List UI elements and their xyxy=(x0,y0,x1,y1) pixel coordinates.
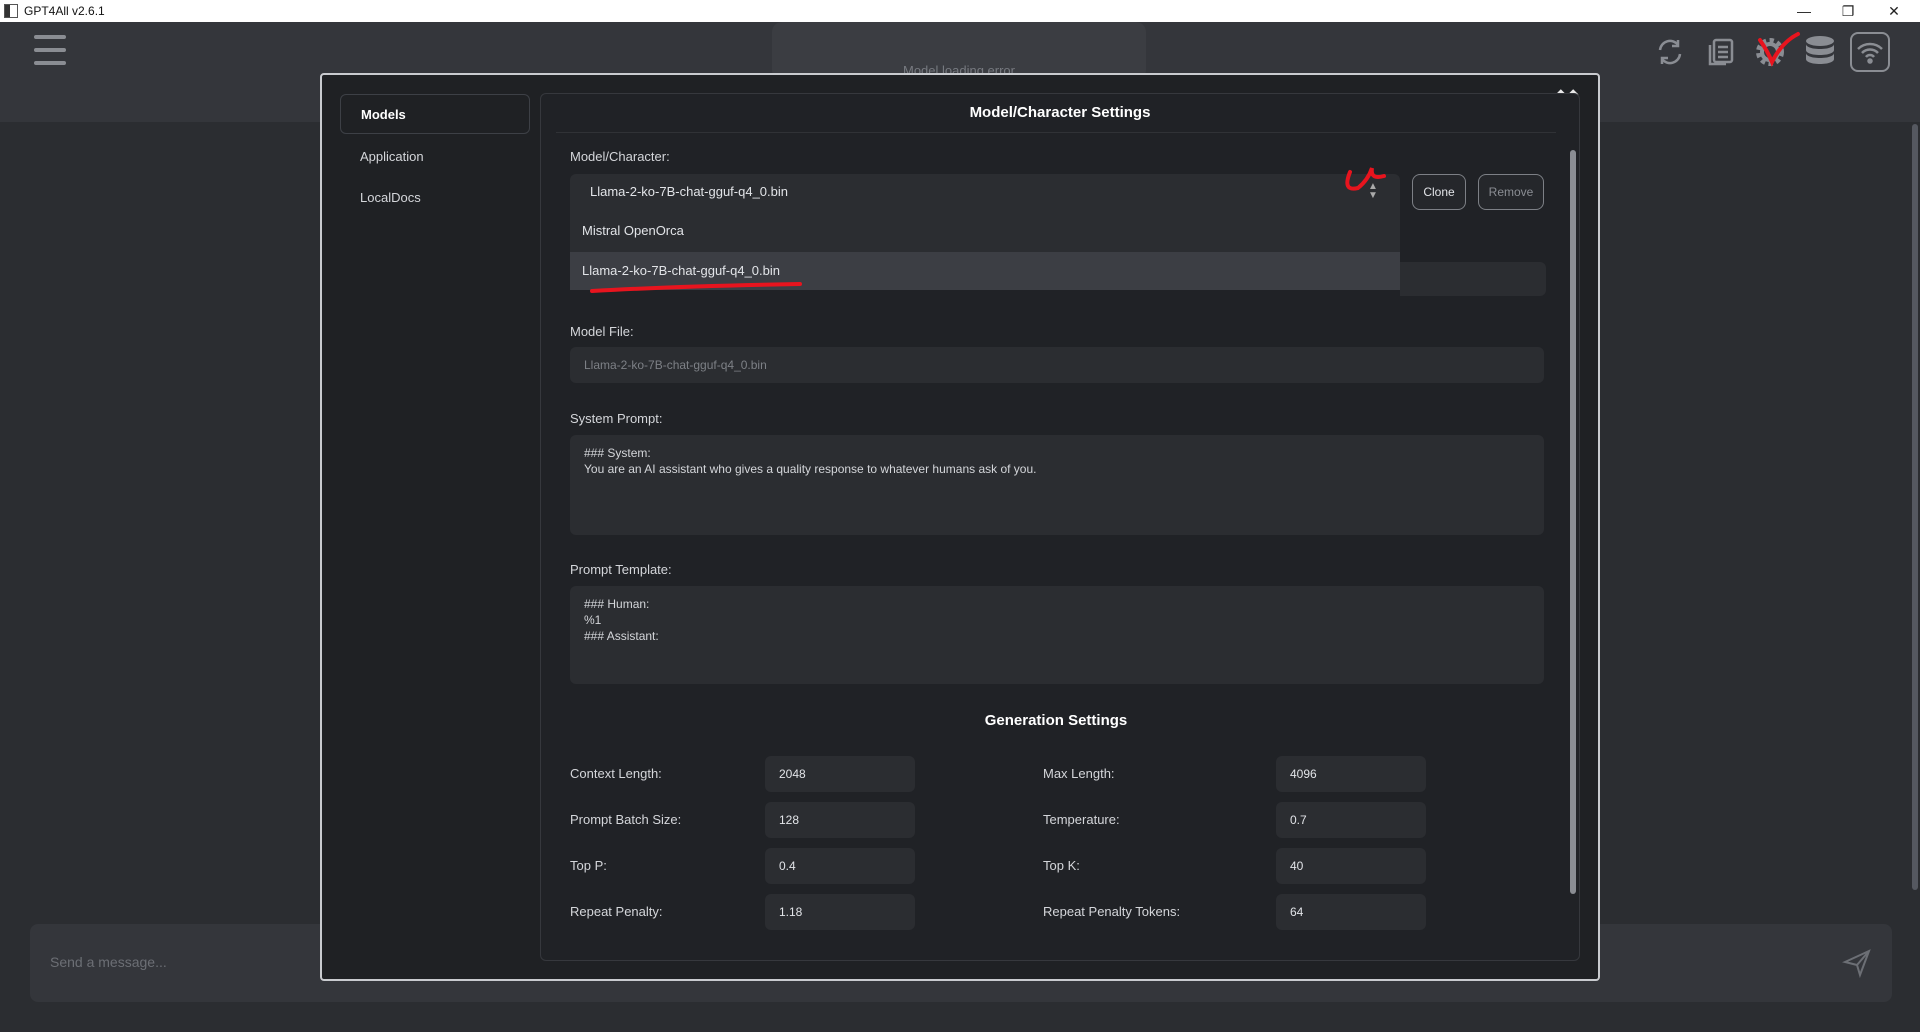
repeat-penalty-label: Repeat Penalty: xyxy=(570,904,663,919)
top-k-label: Top K: xyxy=(1043,858,1080,873)
chevron-updown-icon[interactable]: ▲ ▼ xyxy=(1366,182,1380,202)
prompt-batch-size-input[interactable]: 128 xyxy=(765,802,915,838)
hamburger-icon[interactable] xyxy=(34,35,66,65)
model-status-pill[interactable]: Model loading error xyxy=(772,22,1146,80)
refresh-icon[interactable] xyxy=(1650,32,1690,72)
nav-localdocs[interactable]: LocalDocs xyxy=(340,177,530,217)
name-field-partial[interactable] xyxy=(1400,262,1546,296)
remove-button[interactable]: Remove xyxy=(1478,174,1544,210)
repeat-penalty-tokens-input[interactable]: 64 xyxy=(1276,894,1426,930)
dropdown-option[interactable]: Mistral OpenOrca xyxy=(570,212,1400,250)
model-file-field: Llama-2-ko-7B-chat-gguf-q4_0.bin xyxy=(570,347,1544,383)
repeat-penalty-input[interactable]: 1.18 xyxy=(765,894,915,930)
temperature-input[interactable]: 0.7 xyxy=(1276,802,1426,838)
wifi-icon[interactable] xyxy=(1850,32,1890,72)
context-length-label: Context Length: xyxy=(570,766,662,781)
generation-settings-title: Generation Settings xyxy=(984,712,1128,729)
repeat-penalty-tokens-label: Repeat Penalty Tokens: xyxy=(1043,904,1181,919)
model-character-label: Model/Character: xyxy=(570,149,670,164)
database-icon[interactable] xyxy=(1800,32,1840,72)
model-dropdown-list: Mistral OpenOrca Llama-2-ko-7B-chat-gguf… xyxy=(570,212,1400,290)
minimize-icon[interactable]: — xyxy=(1782,0,1826,22)
title-divider xyxy=(556,132,1556,133)
send-icon[interactable] xyxy=(1841,948,1872,979)
temperature-label: Temperature: xyxy=(1043,812,1120,827)
prompt-template-field[interactable]: ### Human: %1 ### Assistant: xyxy=(570,586,1544,684)
nav-application[interactable]: Application xyxy=(340,136,530,176)
prompt-template-label: Prompt Template: xyxy=(570,562,672,577)
top-k-input[interactable]: 40 xyxy=(1276,848,1426,884)
restore-icon[interactable]: ❐ xyxy=(1826,0,1870,22)
copy-icon[interactable] xyxy=(1700,32,1740,72)
window-close-icon[interactable]: ✕ xyxy=(1872,0,1916,22)
app-icon xyxy=(4,4,18,18)
title-bar: GPT4All v2.6.1 — ❐ ✕ xyxy=(0,0,1920,22)
window-title: GPT4All v2.6.1 xyxy=(24,4,105,18)
model-select[interactable]: Llama-2-ko-7B-chat-gguf-q4_0.bin xyxy=(570,174,1400,212)
message-input[interactable]: Send a message... xyxy=(50,954,167,970)
clone-button[interactable]: Clone xyxy=(1412,174,1466,210)
prompt-batch-size-label: Prompt Batch Size: xyxy=(570,812,682,827)
max-length-label: Max Length: xyxy=(1043,766,1115,781)
chat-scrollbar[interactable] xyxy=(1912,124,1918,890)
system-prompt-label: System Prompt: xyxy=(570,411,663,426)
gear-icon[interactable] xyxy=(1750,32,1790,72)
max-length-input[interactable]: 4096 xyxy=(1276,756,1426,792)
top-p-input[interactable]: 0.4 xyxy=(765,848,915,884)
panel-scrollbar[interactable] xyxy=(1570,150,1576,894)
top-p-label: Top P: xyxy=(570,858,607,873)
dropdown-option-selected[interactable]: Llama-2-ko-7B-chat-gguf-q4_0.bin xyxy=(570,252,1400,290)
model-file-label: Model File: xyxy=(570,324,634,339)
nav-models[interactable]: Models xyxy=(340,94,530,134)
model-select-value: Llama-2-ko-7B-chat-gguf-q4_0.bin xyxy=(590,184,788,199)
context-length-input[interactable]: 2048 xyxy=(765,756,915,792)
system-prompt-field[interactable]: ### System: You are an AI assistant who … xyxy=(570,435,1544,535)
panel-title: Model/Character Settings xyxy=(969,104,1151,121)
